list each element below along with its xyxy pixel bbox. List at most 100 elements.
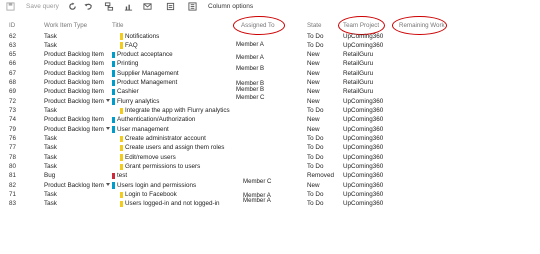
cell-team-project: UpComing360 <box>343 125 384 133</box>
work-item-color-bar <box>120 42 123 49</box>
cell-title-link[interactable]: Product acceptance <box>117 50 173 59</box>
table-row[interactable]: 68 Product Backlog Item Product Management… <box>0 78 540 87</box>
work-item-color-bar <box>112 70 115 77</box>
cell-title-link[interactable]: FAQ <box>125 41 138 50</box>
cell-state: New <box>307 88 320 96</box>
table-row[interactable]: 76 Task Create administrator account To Do U… <box>0 134 540 143</box>
cell-work-item-type: Product Backlog Item <box>44 79 104 87</box>
work-item-color-bar <box>112 60 115 68</box>
cell-title-link[interactable]: User management <box>117 125 169 134</box>
new-window-icon[interactable] <box>166 2 175 11</box>
cell-title-link[interactable]: Create administrator account <box>125 134 206 143</box>
cell-state: New <box>307 116 320 124</box>
cell-title-link[interactable]: Product Management <box>117 78 177 87</box>
cell-assigned-to: Member A <box>236 54 264 62</box>
table-row[interactable]: 74 Product Backlog Item Authentication/Aut… <box>0 115 540 124</box>
cell-state: To Do <box>307 135 324 143</box>
refresh-icon[interactable] <box>68 2 77 11</box>
cell-work-item-type: Task <box>44 153 57 161</box>
table-row[interactable]: 66 Product Backlog Item Printing New RetailG… <box>0 59 540 68</box>
cell-team-project: UpComing360 <box>343 107 384 115</box>
work-item-color-bar <box>112 79 115 87</box>
cell-id: 81 <box>9 172 17 180</box>
cell-state: New <box>307 79 320 87</box>
table-row[interactable]: 79 Product Backlog Item User management New… <box>0 125 540 134</box>
cell-id: 80 <box>9 163 17 171</box>
cell-id: 74 <box>9 116 17 124</box>
cell-title-link[interactable]: Login to Facebook <box>125 190 177 199</box>
cell-id: 83 <box>9 200 17 208</box>
cell-title-link[interactable]: Authentication/Authorization <box>117 115 195 124</box>
chart-icon[interactable] <box>124 2 133 11</box>
cell-title-link[interactable]: Printing <box>117 59 138 68</box>
column-options-button[interactable]: Column options <box>208 2 253 11</box>
cell-title-link[interactable]: Edit/remove users <box>125 153 176 162</box>
cell-id: 68 <box>9 79 17 87</box>
cell-title-link[interactable]: Notifications <box>125 32 159 41</box>
cell-title-link[interactable]: Integrate the app with Flurry analytics <box>125 106 230 115</box>
undo-icon[interactable] <box>84 2 93 11</box>
expand-collapse-icon[interactable] <box>106 182 110 186</box>
table-row[interactable]: 65 Product Backlog Item Product acceptance… <box>0 50 540 59</box>
cell-title-link[interactable]: Users login and permissions <box>117 181 196 190</box>
cell-assigned-to: Member A <box>243 197 271 205</box>
cell-state: To Do <box>307 32 324 40</box>
export-icon[interactable] <box>188 2 197 11</box>
cell-title-link[interactable]: Create users and assign them roles <box>125 143 224 152</box>
cell-id: 78 <box>9 153 17 161</box>
cell-team-project: RetailGuru <box>343 60 374 68</box>
cell-title-link[interactable]: Grant permissions to users <box>125 162 200 171</box>
work-item-color-bar <box>112 51 115 59</box>
cell-state: To Do <box>307 107 324 115</box>
cell-assigned-to: Member B <box>236 64 265 72</box>
table-row[interactable]: 78 Task Edit/remove users To Do UpComing360 <box>0 153 540 162</box>
cell-state: New <box>307 51 320 59</box>
cell-id: 65 <box>9 51 17 59</box>
cell-team-project: RetailGuru <box>343 79 374 87</box>
table-row[interactable]: 63 Task FAQ To Do UpComing360 <box>0 41 540 50</box>
cell-work-item-type: Product Backlog Item <box>44 125 104 133</box>
cell-work-item-type: Bug <box>44 172 56 180</box>
table-row[interactable]: 62 Task Notifications To Do UpComing360 <box>0 32 540 41</box>
column-header-id[interactable]: ID <box>9 22 15 31</box>
table-row[interactable]: 73 Task Integrate the app with Flurry anal… <box>0 106 540 115</box>
cell-team-project: UpComing360 <box>343 135 384 143</box>
cell-team-project: UpComing360 <box>343 32 384 40</box>
save-query-button[interactable]: Save query <box>26 2 59 11</box>
column-header-state[interactable]: State <box>307 22 321 31</box>
cell-title-link[interactable]: Flurry analytics <box>117 97 159 106</box>
toolbar: Save query Column options <box>0 0 540 13</box>
cell-work-item-type: Task <box>44 41 57 49</box>
cell-work-item-type: Task <box>44 191 57 199</box>
work-item-color-bar <box>112 182 115 189</box>
work-item-color-bar <box>112 88 115 96</box>
cell-work-item-type: Product Backlog Item <box>44 116 104 124</box>
mail-icon[interactable] <box>143 2 152 11</box>
cell-state: To Do <box>307 200 324 208</box>
cell-id: 73 <box>9 107 17 115</box>
column-header-title[interactable]: Title <box>112 22 123 31</box>
expand-collapse-icon[interactable] <box>106 98 110 102</box>
work-item-color-bar <box>112 116 115 124</box>
cell-title-link[interactable]: Cashier <box>117 87 139 96</box>
work-item-color-bar <box>112 126 115 133</box>
table-row[interactable]: 67 Product Backlog Item Supplier Managemen… <box>0 69 540 78</box>
link-icon[interactable] <box>104 2 114 11</box>
work-item-color-bar <box>120 135 123 143</box>
cell-state: New <box>307 60 320 68</box>
table-row[interactable]: 80 Task Grant permissions to users To Do UpC… <box>0 162 540 171</box>
table-row[interactable]: 77 Task Create users and assign them roles… <box>0 143 540 152</box>
cell-id: 72 <box>9 97 17 105</box>
cell-title-link[interactable]: Supplier Management <box>117 69 179 78</box>
cell-title-link[interactable]: Users logged-in and not logged-in <box>125 199 220 208</box>
cell-state: New <box>307 181 320 189</box>
table-row[interactable]: 72 Product Backlog Item Flurry analytics Ne… <box>0 97 540 106</box>
expand-collapse-icon[interactable] <box>106 126 110 130</box>
column-header-work-item-type[interactable]: Work Item Type <box>44 22 87 31</box>
save-icon[interactable] <box>6 2 15 11</box>
table-row[interactable]: 69 Product Backlog Item Cashier New RetailGu… <box>0 87 540 96</box>
cell-id: 63 <box>9 41 17 49</box>
cell-id: 77 <box>9 144 17 152</box>
cell-title-link[interactable]: test <box>117 171 127 180</box>
cell-work-item-type: Product Backlog Item <box>44 69 104 77</box>
